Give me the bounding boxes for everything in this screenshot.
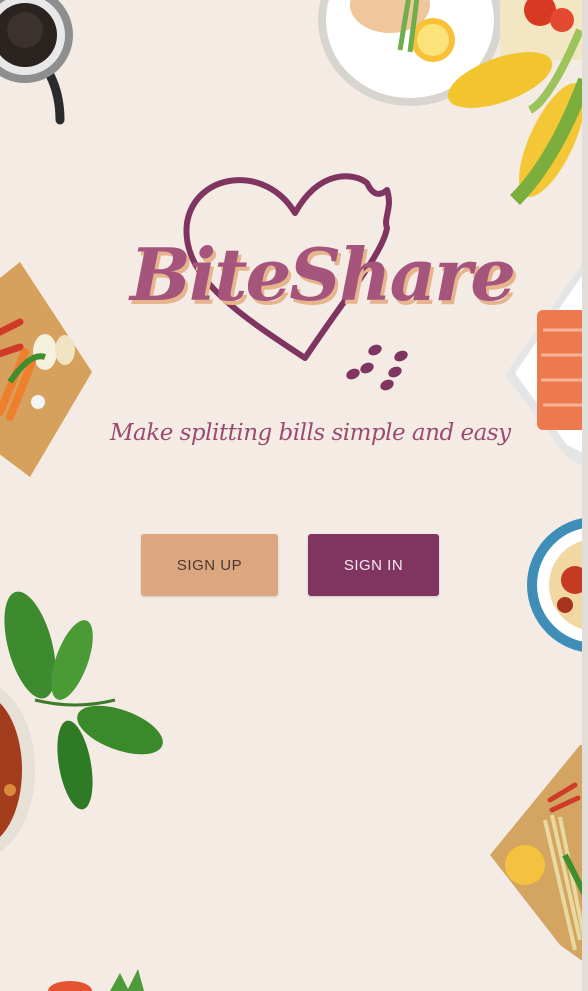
screen-edge [582,0,588,991]
spaghetti-bowl-icon [527,517,588,653]
cutting-board-vegetables-icon [0,262,92,477]
sign-up-button[interactable]: SIGN UP [141,534,278,596]
app-name-logotype: BiteShare [130,232,516,317]
salmon-plate-icon [505,255,588,470]
soup-bowl-icon [0,688,35,852]
noodle-board-icon [490,745,588,965]
coffee-cup-icon [0,0,73,125]
garnish-icon [48,969,144,991]
sign-in-button[interactable]: SIGN IN [308,534,439,596]
splash-screen: BiteShare Make splitting bills simple an… [0,0,588,991]
tagline: Make splitting bills simple and easy [110,420,511,446]
